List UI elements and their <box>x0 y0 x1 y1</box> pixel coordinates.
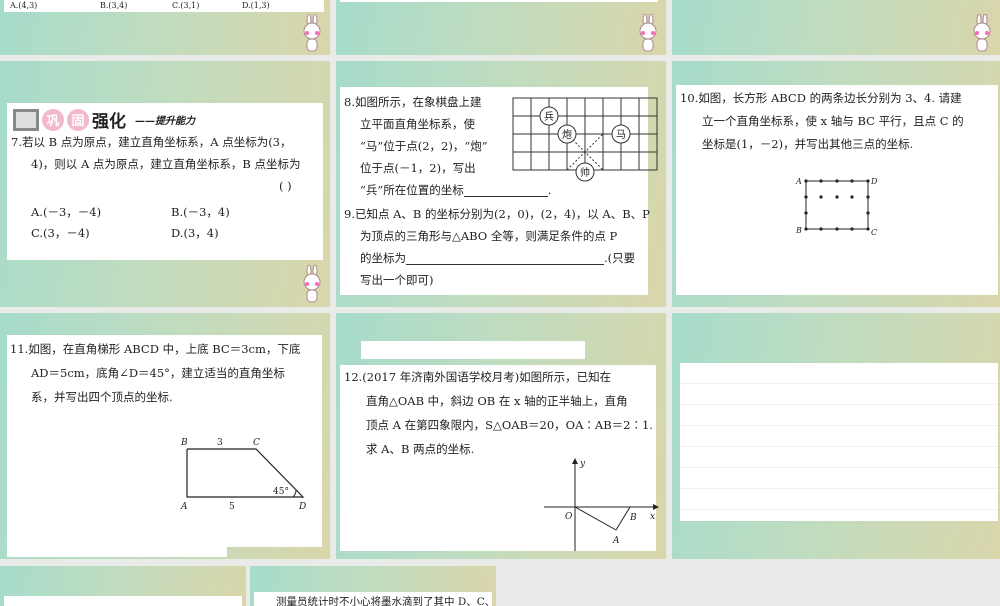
option-c: C.(3,1) <box>172 1 200 10</box>
content-card <box>680 363 998 521</box>
option-b[interactable]: B.(－3，4) <box>171 201 230 223</box>
answer-blank[interactable] <box>463 185 548 197</box>
question-line: 顶点 A 在第四象限内，S△OAB＝20，OA∶AB＝2∶1. <box>366 418 653 432</box>
trapezoid-diagram: B C A D 3 5 45° <box>180 438 306 512</box>
question-line: 9.已知点 A、B 的坐标分别为(2，0)，(2，4)，以 A、B、P <box>344 207 650 221</box>
answer-paren: ( ) <box>279 179 292 193</box>
label-c: C <box>253 438 260 448</box>
content-card: 8.如图所示，在象棋盘上建 立平面直角坐标系，使 “马”位于点(2，2)，“炮”… <box>340 87 658 295</box>
content-card <box>4 596 242 606</box>
q9-text: 的坐标为 <box>360 251 406 265</box>
slide-8[interactable]: 12.(2017 年济南外国语学校月考)如图所示，已知在 直角△OAB 中，斜边… <box>336 313 666 559</box>
slide-4[interactable]: 巩 固 强化 ——提升能力 7.若以 B 点为原点，建立直角坐标系，A 点坐标为… <box>0 61 330 307</box>
bunny-icon <box>303 265 321 303</box>
slide-1[interactable]: A.(4,3) B.(3,4) C.(3,1) D.(1,3) <box>0 0 330 55</box>
label-top-length: 3 <box>217 438 223 448</box>
question-line: 11.如图，在直角梯形 ABCD 中，上底 BC＝3cm，下底 <box>10 342 301 356</box>
header-badge: 固 <box>67 108 89 131</box>
slide-3[interactable] <box>672 0 1000 55</box>
label-c: C <box>871 228 877 237</box>
q8-end: . <box>547 183 552 197</box>
label-b: B <box>180 438 188 448</box>
question-line: 立平面直角坐标系，使 <box>360 117 475 131</box>
question-line: 为顶点的三角形与△ABO 全等，则满足条件的点 P <box>360 229 618 243</box>
label-y: y <box>579 459 586 469</box>
question-line: AD＝5cm，底角∠D＝45°，建立适当的直角坐标 <box>31 366 285 380</box>
question-line: 立一个直角坐标系，使 x 轴与 BC 平行，且点 C 的 <box>702 114 964 128</box>
option-d[interactable]: D.(3，4) <box>171 222 219 244</box>
question-line: 系，并写出四个顶点的坐标. <box>31 390 173 404</box>
header-title: 强化 <box>92 112 126 132</box>
label-d: D <box>298 502 306 512</box>
slide-10[interactable] <box>0 566 246 606</box>
rectangle-diagram: A D B C <box>795 177 878 237</box>
answer-blank[interactable] <box>406 253 604 265</box>
question-line: 12.(2017 年济南外国语学校月考)如图所示，已知在 <box>344 370 612 384</box>
content-card: 10.如图，长方形 ABCD 的两条边长分别为 3、4. 请建 立一个直角坐标系… <box>676 85 998 295</box>
label-x: x <box>650 512 655 522</box>
piece-pao: 炮 <box>562 128 572 141</box>
label-b: B <box>629 513 637 523</box>
option-b: B.(3,4) <box>100 1 128 10</box>
coordinate-diagram: y x O A B <box>544 458 659 551</box>
label-a: A <box>612 536 620 546</box>
content-card: 12.(2017 年济南外国语学校月考)如图所示，已知在 直角△OAB 中，斜边… <box>340 365 659 551</box>
slide-2[interactable] <box>336 0 666 55</box>
label-d: D <box>870 177 878 186</box>
header-badge: 巩 <box>42 108 64 131</box>
question-line: 测量员统计时不小心将墨水滴到了其中 D、C、B <box>276 596 492 606</box>
header-blank <box>361 341 585 359</box>
piece-ma: 马 <box>616 129 626 141</box>
question-line: 坐标是(1，－2)，并写出其他三点的坐标. <box>702 137 914 151</box>
slide-7[interactable]: 11.如图，在直角梯形 ABCD 中，上底 BC＝3cm，下底 AD＝5cm，底… <box>0 313 330 559</box>
bunny-icon <box>303 14 321 52</box>
content-card: A.(4,3) B.(3,4) C.(3,1) D.(1,3) <box>4 0 324 12</box>
question-line: 位于点(－1，2)，写出 <box>360 161 476 175</box>
q9-tail: .(只要 <box>604 251 636 265</box>
content-card-strip <box>7 545 227 557</box>
chess-board-diagram: 兵炮 马帅 <box>512 97 658 182</box>
q8-text: “兵”所在位置的坐标 <box>360 183 464 197</box>
label-bottom-length: 5 <box>229 502 235 512</box>
label-a: A <box>795 177 802 186</box>
content-card <box>340 0 658 2</box>
bunny-icon <box>639 14 657 52</box>
label-o: O <box>565 512 573 522</box>
label-angle: 45° <box>273 487 289 497</box>
option-d: D.(1,3) <box>242 1 270 10</box>
question-line: 写出一个即可) <box>360 273 434 287</box>
question-line: 的坐标为 .(只要 <box>360 247 635 269</box>
option-a[interactable]: A.(－3，－4) <box>31 201 101 223</box>
slide-9[interactable] <box>672 313 1000 559</box>
option-c[interactable]: C.(3，－4) <box>31 222 90 244</box>
content-card: 11.如图，在直角梯形 ABCD 中，上底 BC＝3cm，下底 AD＝5cm，底… <box>7 335 322 547</box>
bunny-icon <box>973 14 991 52</box>
question-line: 7.若以 B 点为原点，建立直角坐标系，A 点坐标为(3， <box>11 135 292 149</box>
question-line: 10.如图，长方形 ABCD 的两条边长分别为 3、4. 请建 <box>680 91 962 105</box>
slide-5[interactable]: 8.如图所示，在象棋盘上建 立平面直角坐标系，使 “马”位于点(2，2)，“炮”… <box>336 61 666 307</box>
question-line: 直角△OAB 中，斜边 OB 在 x 轴的正半轴上，直角 <box>366 394 628 408</box>
question-line: “马”位于点(2，2)，“炮” <box>360 139 488 153</box>
option-a: A.(4,3) <box>10 1 38 10</box>
header-subtitle: ——提升能力 <box>135 116 195 127</box>
board-icon <box>13 108 39 131</box>
section-header: 巩 固 强化 ——提升能力 <box>13 107 195 132</box>
question-line: 4)，则以 A 点为原点，建立直角坐标系，B 点坐标为 <box>31 157 301 171</box>
slide-11[interactable]: 测量员统计时不小心将墨水滴到了其中 D、C、B <box>250 566 496 606</box>
piece-bing: 兵 <box>544 110 554 123</box>
content-card: 测量员统计时不小心将墨水滴到了其中 D、C、B <box>254 592 492 606</box>
question-line: 求 A、B 两点的坐标. <box>366 442 475 456</box>
content-card: 巩 固 强化 ——提升能力 7.若以 B 点为原点，建立直角坐标系，A 点坐标为… <box>7 103 323 260</box>
slide-6[interactable]: 10.如图，长方形 ABCD 的两条边长分别为 3、4. 请建 立一个直角坐标系… <box>672 61 1000 307</box>
piece-shuai: 帅 <box>580 166 590 179</box>
label-b: B <box>795 226 802 235</box>
label-a: A <box>180 502 188 512</box>
question-line: 8.如图所示，在象棋盘上建 <box>344 95 482 109</box>
